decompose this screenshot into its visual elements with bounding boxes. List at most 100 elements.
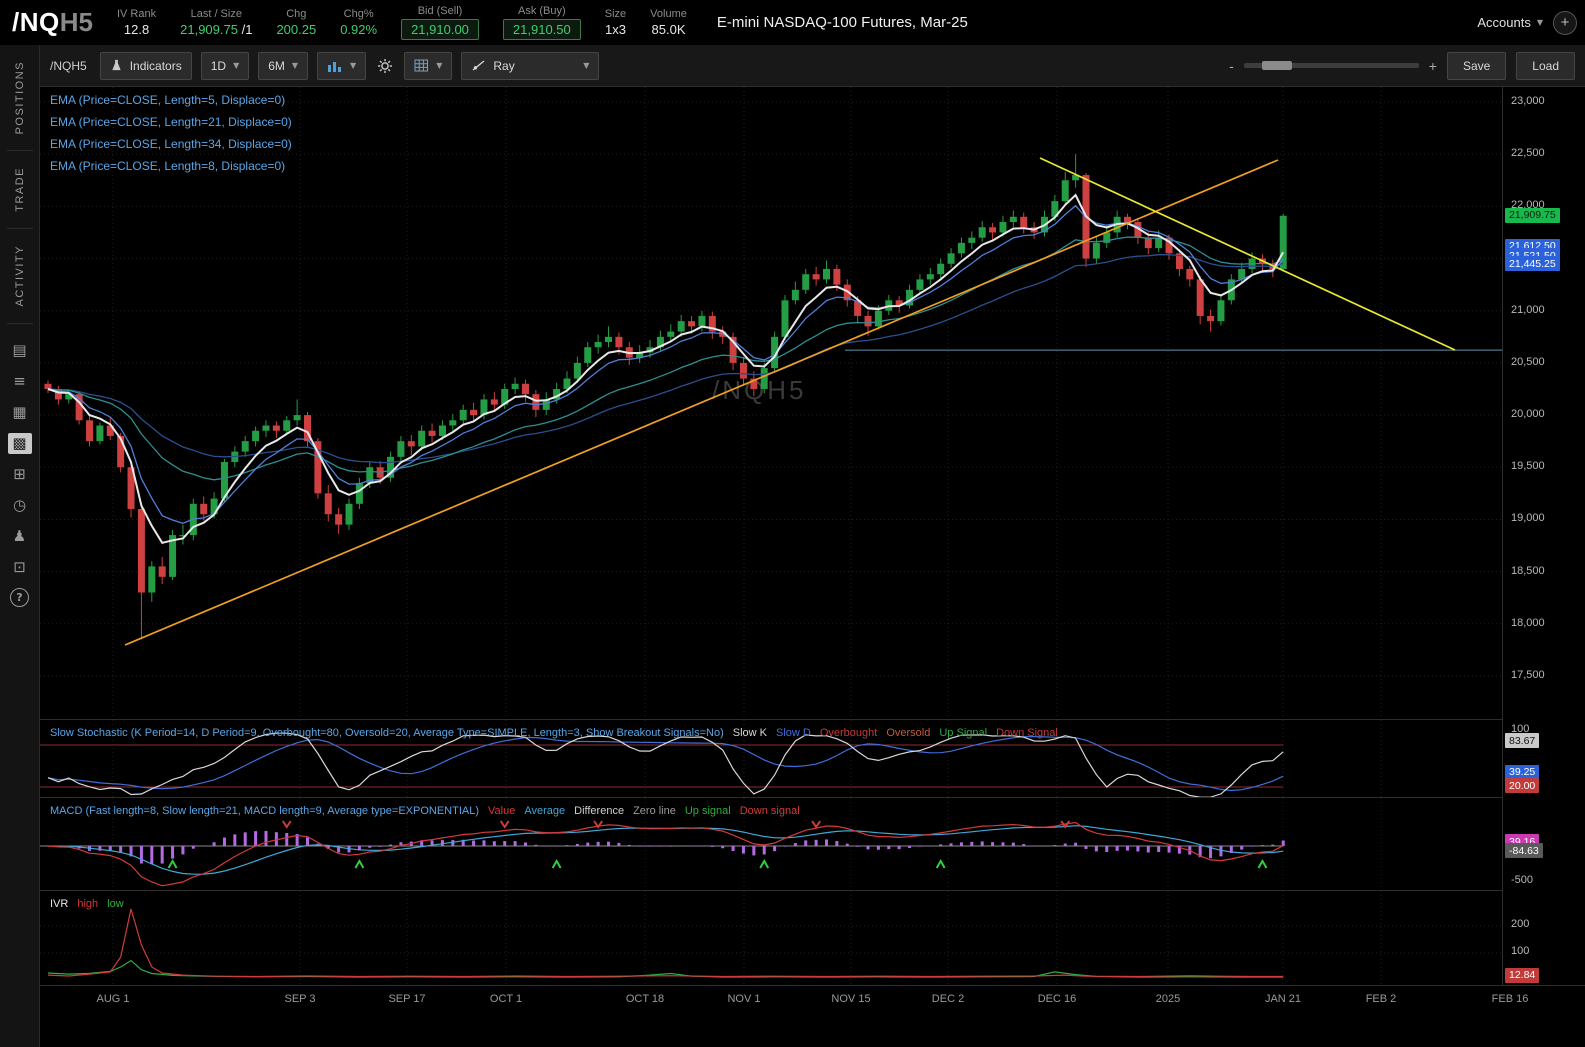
contract-description: E-mini NASDAQ-100 Futures, Mar-25 bbox=[716, 14, 968, 31]
chg-pct-value: 0.92% bbox=[340, 22, 378, 37]
bid-button[interactable]: 21,910.00 bbox=[401, 19, 479, 40]
load-button[interactable]: Load bbox=[1516, 51, 1575, 80]
axis-tick-label: 100 bbox=[1511, 945, 1530, 957]
time-label: 2025 bbox=[1155, 993, 1181, 1005]
list-icon[interactable]: ≡ bbox=[8, 371, 32, 392]
indicators-label: Indicators bbox=[129, 58, 182, 73]
legend-slow-k: Slow K bbox=[732, 727, 767, 739]
price-axis[interactable]: 23,00022,50022,00021,50021,00020,50020,0… bbox=[1502, 87, 1585, 985]
ask-button[interactable]: 21,910.50 bbox=[502, 19, 581, 40]
time-axis[interactable]: AUG 1 SEP 3 SEP 17 OCT 1 OCT 18 NOV 1 NOV 15 DE… bbox=[40, 985, 1585, 1012]
macd-title[interactable]: MACD (Fast length=8, Slow length=21, MAC… bbox=[50, 805, 479, 817]
people-icon[interactable]: ♟ bbox=[8, 526, 32, 547]
legend-up-signal: Up signal bbox=[684, 805, 731, 817]
ascending-support[interactable] bbox=[124, 159, 1279, 646]
range-dropdown[interactable]: 6M ▼ bbox=[258, 51, 309, 80]
sidebar-tab-positions[interactable]: POSITIONS bbox=[14, 45, 26, 150]
axis-tick-label: 20,500 bbox=[1511, 355, 1545, 368]
volume-field: Volume 85.0K bbox=[650, 8, 687, 37]
ivr-high-line bbox=[47, 908, 1284, 978]
ivr-title[interactable]: IVR bbox=[50, 898, 68, 910]
legend-average: Average bbox=[524, 805, 566, 817]
axis-price-badge: 21,909.75 bbox=[1505, 207, 1560, 223]
time-label: NOV 1 bbox=[727, 993, 761, 1005]
zoom-out-button[interactable]: - bbox=[1229, 58, 1234, 74]
zoom-in-button[interactable]: + bbox=[1429, 58, 1437, 74]
iv-rank-value: 12.8 bbox=[123, 22, 150, 37]
ema-study-label-0[interactable]: EMA (Price=CLOSE, Length=5, Displace=0) bbox=[50, 89, 292, 111]
chevron-down-icon: ▼ bbox=[291, 61, 299, 70]
legend-low: low bbox=[107, 898, 124, 910]
price-chart-canvas[interactable]: /NQH5 bbox=[40, 87, 1502, 718]
macd-up-signal bbox=[167, 858, 178, 869]
legend-overbought: Overbought bbox=[819, 727, 878, 739]
gear-icon bbox=[378, 58, 393, 73]
pattern-tool-dropdown[interactable]: ▼ bbox=[404, 51, 453, 80]
volume-value: 85.0K bbox=[651, 22, 686, 37]
add-widget-button[interactable]: + bbox=[1553, 10, 1577, 35]
macd-up-signal bbox=[935, 858, 946, 869]
axis-tick-label: 18,500 bbox=[1511, 564, 1545, 577]
indicators-button[interactable]: Indicators bbox=[99, 51, 192, 80]
time-label: JAN 21 bbox=[1264, 993, 1302, 1005]
macd-value-line bbox=[47, 821, 1284, 887]
chart-settings-button[interactable] bbox=[375, 53, 395, 79]
ema34-line bbox=[47, 254, 1284, 464]
macd-down-signal bbox=[811, 820, 821, 829]
legend-zero-line: Zero line bbox=[633, 805, 676, 817]
ivr-canvas[interactable] bbox=[40, 891, 1502, 986]
legend-slow-d: Slow D bbox=[776, 727, 811, 739]
sidebar-tab-activity[interactable]: ACTIVITY bbox=[14, 229, 26, 323]
chart-style-dropdown[interactable]: ▼ bbox=[317, 51, 367, 80]
size-field: Size 1x3 bbox=[605, 8, 626, 37]
time-label: AUG 1 bbox=[96, 993, 130, 1005]
volume-label: Volume bbox=[650, 8, 687, 20]
time-label: DEC 2 bbox=[931, 993, 965, 1005]
time-label: OCT 1 bbox=[489, 993, 523, 1005]
time-label: FEB 2 bbox=[1365, 993, 1397, 1005]
iv-rank-field: IV Rank 12.8 bbox=[117, 8, 156, 37]
help-icon[interactable]: ? bbox=[10, 587, 29, 607]
zoom-slider[interactable] bbox=[1243, 61, 1419, 70]
axis-price-badge: 83.67 bbox=[1505, 733, 1540, 749]
stochastic-title[interactable]: Slow Stochastic (K Period=14, D Period=9… bbox=[50, 727, 724, 739]
zoom-slider-handle[interactable] bbox=[1261, 61, 1292, 70]
timeframe-value: 1D bbox=[210, 58, 227, 73]
calendar-icon[interactable]: ▦ bbox=[8, 402, 32, 423]
legend-down-signal: Down Signal bbox=[996, 727, 1058, 739]
ema-study-label-1[interactable]: EMA (Price=CLOSE, Length=21, Displace=0) bbox=[50, 111, 292, 133]
axis-price-badge: 20.00 bbox=[1505, 778, 1540, 793]
save-button[interactable]: Save bbox=[1446, 51, 1507, 80]
chart-symbol-label[interactable]: /NQH5 bbox=[50, 59, 87, 73]
header-right: Accounts ▼ + bbox=[1477, 10, 1585, 35]
left-sidebar: POSITIONS TRADE ACTIVITY ▤ ≡ ▦ ▩ ⊞ ◷ ♟ ⊡? bbox=[0, 45, 40, 1047]
time-label: SEP 3 bbox=[284, 993, 316, 1005]
ema-study-label-2[interactable]: EMA (Price=CLOSE, Length=34, Displace=0) bbox=[50, 133, 292, 155]
sidebar-separator bbox=[6, 322, 33, 324]
symbol-root: /NQ bbox=[12, 7, 60, 37]
pattern-grid-icon bbox=[414, 59, 429, 72]
last-size-label: Last / Size bbox=[190, 8, 242, 20]
chg-label: Chg bbox=[286, 8, 307, 20]
axis-tick-label: 22,500 bbox=[1511, 147, 1545, 160]
grid-icon[interactable]: ⊞ bbox=[8, 464, 32, 485]
ema-label-stack: EMA (Price=CLOSE, Length=5, Displace=0) E… bbox=[50, 89, 292, 177]
sidebar-tab-trade[interactable]: TRADE bbox=[14, 151, 26, 228]
accounts-dropdown[interactable]: Accounts ▼ bbox=[1477, 15, 1543, 30]
axis-price-badge: 12.84 bbox=[1505, 967, 1540, 983]
trading-app-window: /NQ H5 IV Rank 12.8 Last / Size 21,909.7… bbox=[0, 0, 1585, 1047]
card-icon[interactable]: ⊡ bbox=[8, 557, 32, 578]
document-icon[interactable]: ▤ bbox=[8, 340, 32, 361]
clock-icon[interactable]: ◷ bbox=[8, 495, 32, 516]
time-label: FEB 16 bbox=[1491, 993, 1529, 1005]
descending-resistance[interactable] bbox=[1039, 157, 1456, 351]
timeframe-dropdown[interactable]: 1D ▼ bbox=[200, 51, 250, 80]
axis-tick-label: 20,000 bbox=[1511, 408, 1545, 421]
ema-study-label-3[interactable]: EMA (Price=CLOSE, Length=8, Displace=0) bbox=[50, 155, 292, 177]
drawing-tool-dropdown[interactable]: Ray ▼ bbox=[461, 51, 600, 80]
macd-up-signal bbox=[759, 858, 770, 869]
ivr-panel: IVR high low bbox=[40, 890, 1502, 986]
macd-panel: MACD (Fast length=8, Slow length=21, MAC… bbox=[40, 797, 1502, 891]
last-size-value: 21,909.75 /1 bbox=[180, 22, 252, 37]
chart-icon[interactable]: ▩ bbox=[7, 432, 32, 454]
